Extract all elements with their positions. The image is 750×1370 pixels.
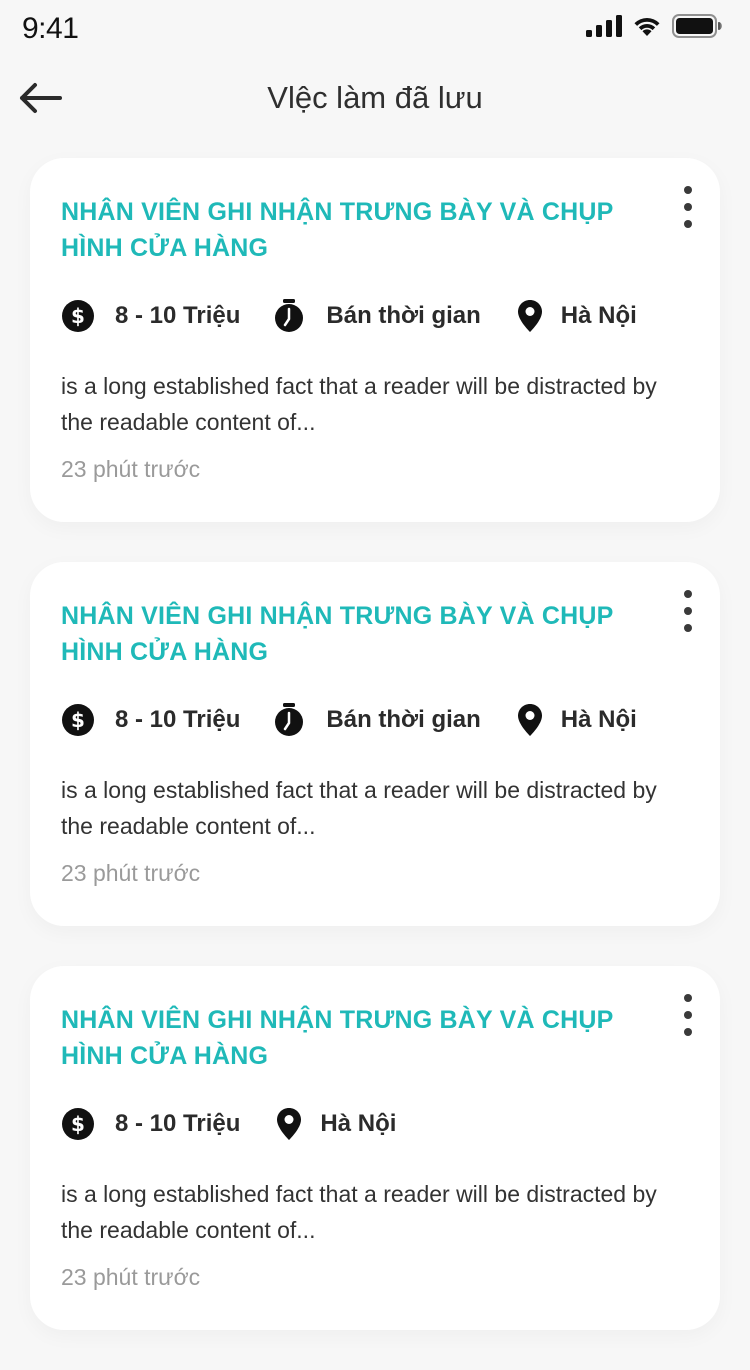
location-text: Hà Nội: [560, 302, 637, 329]
dollar-circle-icon: $: [61, 703, 95, 737]
svg-text:$: $: [71, 304, 85, 328]
location-text: Hà Nội: [560, 706, 637, 733]
job-card[interactable]: NHÂN VIÊN GHI NHẬN TRƯNG BÀY VÀ CHỤP HÌN…: [30, 158, 720, 522]
salary-meta: $ 8 - 10 Triệu: [61, 299, 240, 333]
salary-text: 8 - 10 Triệu: [115, 302, 241, 329]
more-vertical-icon[interactable]: [676, 184, 700, 230]
salary-meta: $ 8 - 10 Triệu: [61, 703, 240, 737]
job-type-meta: Bán thời gian: [272, 299, 481, 333]
map-pin-icon: [513, 299, 547, 333]
stopwatch-icon: [272, 299, 306, 333]
job-title[interactable]: NHÂN VIÊN GHI NHẬN TRƯNG BÀY VÀ CHỤP HÌN…: [61, 598, 651, 670]
job-type-text: Bán thời gian: [326, 706, 481, 733]
salary-meta: $ 8 - 10 Triệu: [61, 1107, 240, 1141]
map-pin-icon: [272, 1107, 306, 1141]
salary-text: 8 - 10 Triệu: [115, 706, 241, 733]
job-meta-row: $ 8 - 10 Triệu Bán thời gian Hà Nội: [61, 700, 669, 740]
posted-time: 23 phút trước: [61, 860, 201, 886]
job-title[interactable]: NHÂN VIÊN GHI NHẬN TRƯNG BÀY VÀ CHỤP HÌN…: [61, 194, 651, 266]
job-card[interactable]: NHÂN VIÊN GHI NHẬN TRƯNG BÀY VÀ CHỤP HÌN…: [30, 562, 720, 926]
more-vertical-icon[interactable]: [676, 992, 700, 1038]
status-icons: [586, 14, 722, 43]
nav-bar: Vlệc làm đã lưu: [0, 66, 750, 136]
job-meta-row: $ 8 - 10 Triệu Bán thời gian Hà Nội: [61, 296, 669, 336]
status-time: 9:41: [22, 12, 79, 45]
status-bar: 9:41: [0, 0, 750, 60]
more-vertical-icon[interactable]: [676, 588, 700, 634]
posted-time: 23 phút trước: [61, 1264, 201, 1290]
cellular-signal-icon: [586, 15, 622, 42]
location-meta: Hà Nội: [513, 299, 637, 333]
job-type-text: Bán thời gian: [326, 302, 481, 329]
job-card[interactable]: NHÂN VIÊN GHI NHẬN TRƯNG BÀY VÀ CHỤP HÌN…: [30, 966, 720, 1330]
job-meta-row: $ 8 - 10 Triệu Hà Nội: [61, 1104, 428, 1144]
posted-time: 23 phút trước: [61, 456, 201, 482]
dollar-circle-icon: $: [61, 1107, 95, 1141]
saved-jobs-list: NHÂN VIÊN GHI NHẬN TRƯNG BÀY VÀ CHỤP HÌN…: [30, 158, 720, 1370]
job-type-meta: Bán thời gian: [272, 703, 481, 737]
salary-text: 8 - 10 Triệu: [115, 1110, 241, 1137]
page-title: Vlệc làm đã lưu: [267, 80, 483, 115]
job-description: is a long established fact that a reader…: [61, 777, 657, 839]
job-description: is a long established fact that a reader…: [61, 373, 657, 435]
svg-text:$: $: [71, 708, 85, 732]
wifi-icon: [632, 15, 662, 42]
location-meta: Hà Nội: [513, 703, 637, 737]
location-meta: Hà Nội: [272, 1107, 396, 1141]
battery-icon: [672, 14, 722, 43]
map-pin-icon: [513, 703, 547, 737]
stopwatch-icon: [272, 703, 306, 737]
job-title[interactable]: NHÂN VIÊN GHI NHẬN TRƯNG BÀY VÀ CHỤP HÌN…: [61, 1002, 651, 1074]
job-description: is a long established fact that a reader…: [61, 1181, 657, 1243]
dollar-circle-icon: $: [61, 299, 95, 333]
svg-text:$: $: [71, 1112, 85, 1136]
location-text: Hà Nội: [320, 1110, 397, 1137]
